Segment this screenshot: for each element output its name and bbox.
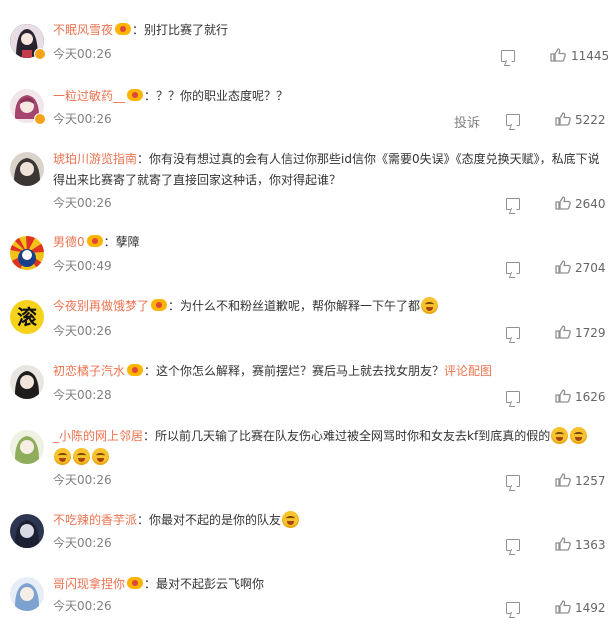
- vip-badge-icon: [151, 299, 168, 311]
- comment-text: ：别打比赛了就行: [132, 23, 229, 37]
- like-icon[interactable]: [550, 48, 566, 62]
- avatar-image: [10, 152, 44, 186]
- username-link[interactable]: 不吃辣的香芋派: [53, 513, 137, 527]
- comment-text-line: 初恋橘子汽水 ：这个你怎么解释，赛前摆烂？赛后马上就去找女朋友？评论配图: [53, 361, 600, 382]
- comment-time: 今天00:28: [53, 388, 112, 402]
- verified-badge-icon: [34, 48, 46, 60]
- avatar-image: [10, 514, 44, 548]
- comment-text: ：所以前几天输了比赛在队友伤心难过被全网骂时你和女友去kf到底真的假的: [143, 429, 551, 443]
- avatar[interactable]: [10, 152, 46, 188]
- like-icon[interactable]: [555, 260, 571, 274]
- cry-emoji-icon: [73, 448, 90, 465]
- reply-icon[interactable]: [506, 114, 520, 126]
- comment-text-line: 今夜别再做饿梦了 ：为什么不和粉丝道歉呢，帮你解释一下午了都: [53, 296, 600, 317]
- vip-badge-icon: [86, 235, 103, 247]
- comment-time: 今天00:26: [53, 196, 112, 210]
- comment-time: 今天00:26: [53, 536, 112, 550]
- avatar[interactable]: [10, 365, 46, 401]
- comment-image-link[interactable]: 评论配图: [444, 364, 492, 378]
- like-count: 11445: [571, 49, 610, 63]
- like-icon[interactable]: [555, 537, 571, 551]
- avatar[interactable]: [10, 514, 46, 550]
- username-link[interactable]: 今夜别再做饿梦了: [53, 299, 149, 313]
- like-count: 2704: [575, 261, 606, 275]
- like-count: 5222: [575, 113, 606, 127]
- like-icon[interactable]: [555, 473, 571, 487]
- cry-emoji-icon: [551, 427, 569, 444]
- comment-text: ：？？你的职业态度呢？？: [144, 89, 289, 103]
- vip-badge-icon: [115, 23, 132, 35]
- like-icon[interactable]: [555, 600, 571, 614]
- avatar-image: [10, 365, 44, 399]
- username-link[interactable]: 哥闪现拿捏你: [53, 577, 125, 591]
- reply-icon[interactable]: [506, 391, 520, 403]
- comment-time: 今天00:26: [53, 473, 112, 487]
- reply-icon[interactable]: [506, 539, 520, 551]
- like-icon[interactable]: [555, 389, 571, 403]
- comment-text-line: 哥闪现拿捏你 ：最对不起彭云飞啊你: [53, 574, 600, 595]
- comment-text-line: 不眠风雪夜 ：别打比赛了就行: [53, 20, 600, 41]
- like-count: 1729: [575, 326, 606, 340]
- reply-icon[interactable]: [506, 262, 520, 274]
- comment-text-line: 一粒过敏药__ ：？？你的职业态度呢？？: [53, 86, 600, 107]
- username-link[interactable]: 初恋橘子汽水: [53, 364, 125, 378]
- cry-emoji-icon: [92, 448, 109, 465]
- comment-time: 今天00:26: [53, 112, 112, 126]
- comment-text: ：孽障: [103, 235, 140, 249]
- username-link[interactable]: 不眠风雪夜: [53, 23, 113, 37]
- avatar[interactable]: [10, 430, 46, 466]
- comment-text-line: _小陈的网上邻居：所以前几天输了比赛在队友伤心难过被全网骂时你和女友去kf到底真…: [53, 426, 596, 468]
- avatar-image: [10, 430, 44, 464]
- comment-time: 今天00:26: [53, 47, 112, 61]
- like-icon[interactable]: [555, 112, 571, 126]
- comment-text-line: 琥珀川游览指南：你有没有想过真的会有人信过你那些id信你《需要0失误》《态度兑换…: [53, 149, 600, 191]
- username-link[interactable]: _小陈的网上邻居: [53, 429, 143, 443]
- like-count: 1363: [575, 538, 606, 552]
- like-icon[interactable]: [555, 325, 571, 339]
- like-count: 1257: [575, 474, 606, 488]
- report-button[interactable]: 投诉: [454, 112, 480, 131]
- avatar-image: [10, 236, 44, 270]
- comment-text-line: 男德0 ：孽障: [53, 232, 600, 253]
- comment-time: 今天00:26: [53, 324, 112, 338]
- grin-emoji-icon: [282, 511, 300, 528]
- comment-text: ：为什么不和粉丝道歉呢，帮你解释一下午了都: [168, 299, 421, 313]
- reply-icon[interactable]: [506, 327, 520, 339]
- username-link[interactable]: 琥珀川游览指南: [53, 152, 137, 166]
- avatar[interactable]: [10, 24, 46, 60]
- verified-badge-icon: [34, 113, 46, 125]
- cry-emoji-icon: [570, 427, 588, 444]
- reply-icon[interactable]: [506, 198, 520, 210]
- vip-badge-icon: [127, 89, 144, 101]
- avatar[interactable]: [10, 236, 46, 272]
- reply-icon[interactable]: [506, 602, 520, 614]
- comment-text: ：你最对不起的是你的队友: [137, 513, 282, 527]
- like-icon[interactable]: [555, 196, 571, 210]
- avatar[interactable]: [10, 89, 46, 125]
- vip-badge-icon: [127, 364, 144, 376]
- like-count: 1492: [575, 601, 606, 615]
- comment-time: 今天00:49: [53, 259, 112, 273]
- avatar[interactable]: 滚: [10, 300, 46, 336]
- comment-time: 今天00:26: [53, 599, 112, 613]
- like-count: 1626: [575, 390, 606, 404]
- vip-badge-icon: [127, 577, 144, 589]
- reply-icon[interactable]: [501, 50, 515, 62]
- username-link[interactable]: 一粒过敏药__: [53, 89, 125, 103]
- reply-icon[interactable]: [506, 475, 520, 487]
- comment-text: ：最对不起彭云飞啊你: [144, 577, 265, 591]
- comment-text: ：这个你怎么解释，赛前摆烂？赛后马上就去找女朋友？: [144, 364, 445, 378]
- like-count: 2640: [575, 197, 606, 211]
- avatar-image: [10, 577, 44, 611]
- avatar[interactable]: [10, 577, 46, 613]
- cry-emoji-icon: [54, 448, 71, 465]
- grin-emoji-icon: [421, 297, 439, 314]
- comment-text-line: 不吃辣的香芋派：你最对不起的是你的队友: [53, 510, 600, 531]
- username-link[interactable]: 男德0: [53, 235, 85, 249]
- avatar-image: 滚: [10, 300, 44, 334]
